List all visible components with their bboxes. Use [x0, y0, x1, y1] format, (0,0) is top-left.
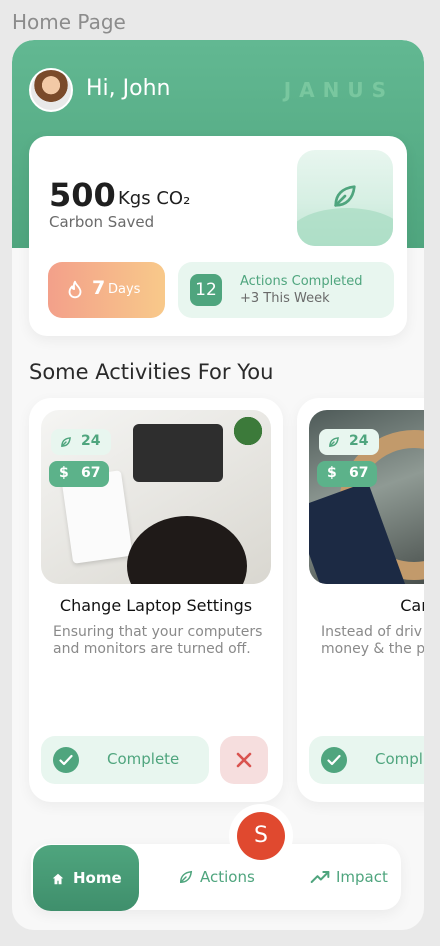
frame-label: Home Page — [12, 10, 126, 34]
actions-count-badge: 12 — [190, 274, 222, 306]
activity-description: Ensuring that your computers and monitor… — [53, 624, 263, 657]
complete-label: Complete — [107, 750, 180, 768]
leaf-icon — [334, 185, 356, 207]
check-icon — [321, 747, 347, 773]
carbon-label: Carbon Saved — [49, 213, 155, 231]
carbon-summary-card: 500 Kgs CO₂ Carbon Saved 7 Days 12 Actio… — [29, 136, 407, 336]
leaf-icon — [329, 437, 339, 447]
carbon-value: 500 — [49, 176, 116, 214]
avatar[interactable] — [29, 68, 73, 112]
savings-value: 67 — [349, 465, 369, 481]
streak-days-label: Days — [108, 282, 141, 297]
activity-photo: 24 $ 67 — [41, 410, 271, 584]
activity-description: Instead of driv pool and save money & th… — [321, 624, 424, 657]
nav-home[interactable]: Home — [33, 845, 139, 911]
flame-icon — [68, 280, 82, 299]
profile-fab[interactable]: S — [237, 812, 285, 860]
home-screen: Hi, John JANUS 500 Kgs CO₂ Carbon Saved … — [12, 40, 424, 930]
currency-symbol: $ — [59, 465, 69, 481]
fab-ring: S — [229, 804, 293, 868]
actions-completed-title: Actions Completed — [240, 274, 363, 289]
savings-value: 67 — [81, 465, 101, 481]
leaf-tile — [297, 150, 393, 246]
nav-impact[interactable]: Impact — [310, 866, 394, 890]
plant-illustration — [229, 414, 267, 448]
streak-days-count: 7 — [92, 277, 106, 299]
activity-title: Carpo — [400, 596, 424, 615]
complete-button[interactable]: Complete — [41, 736, 209, 784]
currency-symbol: $ — [327, 465, 337, 481]
laptop-illustration — [133, 424, 223, 482]
person-illustration — [127, 516, 247, 584]
activity-photo: 24 $ 67 — [309, 410, 424, 584]
nav-home-label: Home — [73, 869, 122, 887]
greeting: Hi, John — [86, 76, 171, 101]
dismiss-button[interactable] — [220, 736, 268, 784]
bottom-nav: Home Actions Impact — [31, 844, 401, 911]
activity-card[interactable]: 24 $ 67 Change Laptop Settings Ensuring … — [29, 398, 283, 802]
activity-card[interactable]: 24 $ 67 Carpo Instead of driv pool and s… — [297, 398, 424, 802]
actions-week-delta: +3 This Week — [240, 291, 330, 306]
check-icon — [53, 747, 79, 773]
complete-label: Compl — [375, 750, 423, 768]
points-tag: 24 — [319, 429, 379, 455]
complete-button[interactable]: Compl — [309, 736, 424, 784]
nav-actions-label: Actions — [200, 868, 255, 886]
close-icon — [236, 752, 252, 768]
brand-logo: JANUS — [283, 78, 394, 102]
leaf-icon — [61, 437, 71, 447]
home-icon — [52, 873, 64, 885]
activity-title: Change Laptop Settings — [59, 596, 253, 615]
points-tag: 24 — [51, 429, 111, 455]
trending-up-icon — [310, 871, 330, 883]
section-title: Some Activities For You — [29, 360, 274, 384]
actions-completed-pill[interactable]: 12 Actions Completed +3 This Week — [178, 262, 394, 318]
points-value: 24 — [349, 433, 369, 449]
streak-days-pill[interactable]: 7 Days — [48, 262, 165, 318]
nav-actions[interactable]: Actions — [177, 866, 261, 890]
points-value: 24 — [81, 433, 101, 449]
leaf-tile-wave — [297, 208, 393, 246]
leaf-icon — [179, 870, 193, 884]
carbon-unit: Kgs CO₂ — [118, 188, 191, 209]
savings-tag: $ 67 — [317, 461, 377, 487]
nav-impact-label: Impact — [336, 868, 388, 886]
savings-tag: $ 67 — [49, 461, 109, 487]
